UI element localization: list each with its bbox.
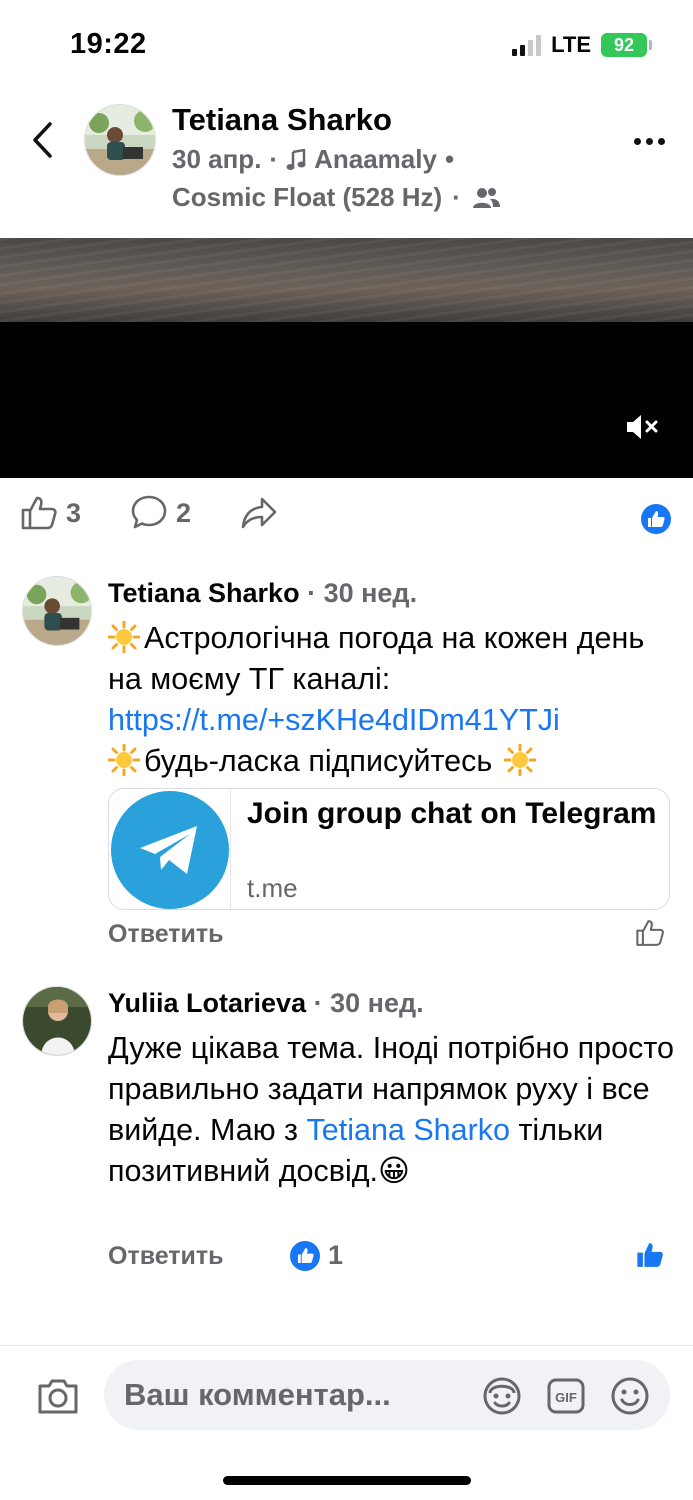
comment-header: Yuliia Lotarieva · 30 нед. (108, 988, 424, 1019)
separator-dot: • (444, 144, 455, 174)
like-button[interactable]: 3 (20, 494, 81, 532)
post-actions: 3 2 (0, 494, 693, 544)
comment-input[interactable] (124, 1370, 464, 1420)
comment-text-part: Астрологічна погода на кожен день на моє… (108, 621, 645, 696)
status-time: 19:22 (70, 28, 147, 60)
post-meta: 30 апр. · Anaamaly • (172, 144, 454, 175)
battery-level: 92 (613, 34, 635, 55)
author-avatar[interactable] (84, 104, 156, 176)
link-preview-card[interactable]: Join group chat on Telegram t.me (108, 788, 670, 910)
battery-icon: 92 (601, 33, 652, 57)
video-player[interactable] (0, 238, 693, 478)
comment-text: Дуже цікава тема. Іноді потрібно просто … (108, 1028, 678, 1192)
post-date[interactable]: 30 апр. (172, 144, 261, 175)
music-artist[interactable]: Anaamaly (314, 144, 437, 175)
music-note-icon (286, 148, 306, 170)
sun-emoji-icon (108, 621, 140, 653)
more-icon (633, 137, 641, 145)
comment-link[interactable]: https://t.me/+szKHe4dIDm41YTJi (108, 703, 560, 737)
friends-icon (472, 187, 500, 208)
link-preview-thumbnail (109, 789, 231, 909)
sun-emoji-icon (504, 744, 537, 776)
comment-count: 2 (176, 497, 192, 528)
back-button[interactable] (24, 118, 60, 162)
like-count: 3 (66, 497, 82, 528)
back-icon (33, 122, 52, 158)
more-options-button[interactable] (629, 126, 669, 156)
mute-icon[interactable] (625, 410, 659, 444)
camera-icon[interactable] (36, 1376, 80, 1416)
commenter-avatar[interactable] (22, 986, 92, 1056)
gif-icon[interactable]: GIF (546, 1376, 586, 1416)
reaction-count: 1 (328, 1240, 344, 1270)
comment-time: · 30 нед. (307, 578, 418, 608)
comment-text: Астрологічна погода на кожен день на моє… (108, 618, 678, 782)
comment-like-icon[interactable] (635, 918, 665, 948)
sun-emoji-icon (108, 744, 140, 776)
comment-time: · 30 нед. (313, 988, 424, 1018)
post-meta-music: Cosmic Float (528 Hz) · (172, 182, 501, 213)
reply-button[interactable]: Ответить (108, 920, 224, 949)
comment-input-container[interactable]: GIF (104, 1360, 670, 1430)
commenter-name[interactable]: Yuliia Lotarieva (108, 988, 306, 1018)
separator-dot: · (269, 144, 279, 174)
like-reaction-icon (290, 1240, 320, 1271)
emoji-icon[interactable] (610, 1376, 650, 1416)
link-preview-title: Join group chat on Telegram (247, 797, 657, 830)
mention-link[interactable]: Tetiana Sharko (307, 1113, 510, 1147)
link-preview-domain: t.me (247, 873, 298, 903)
comment-header: Tetiana Sharko · 30 нед. (108, 578, 417, 609)
share-icon (241, 497, 277, 529)
home-indicator[interactable] (223, 1476, 471, 1485)
post-header: Tetiana Sharko 30 апр. · Anaamaly • Cosm… (0, 96, 693, 226)
reply-button[interactable]: Ответить (108, 1242, 224, 1271)
comment-reaction-summary[interactable]: 1 (290, 1240, 343, 1271)
comment-composer: GIF (0, 1345, 693, 1445)
network-type: LTE (551, 32, 591, 57)
separator-dot: · (452, 182, 461, 212)
signal-icon (512, 34, 542, 56)
comment-button[interactable]: 2 (130, 494, 191, 532)
avatar-sticker-icon[interactable] (482, 1376, 522, 1416)
thumbs-up-icon (21, 496, 57, 530)
status-indicators: LTE 92 (512, 32, 652, 58)
reaction-badge[interactable] (641, 504, 671, 534)
grinning-emoji: 😀 (378, 1154, 410, 1188)
commenter-avatar[interactable] (22, 576, 92, 646)
commenter-name[interactable]: Tetiana Sharko (108, 578, 300, 608)
comment-text-part: будь-ласка підписуйтесь (144, 744, 493, 778)
svg-text:GIF: GIF (555, 1390, 577, 1405)
comment-icon (131, 495, 167, 529)
telegram-logo-icon (110, 791, 229, 909)
comment-liked-icon[interactable] (635, 1240, 665, 1270)
status-bar: 19:22 LTE 92 (0, 0, 693, 90)
video-frame (0, 238, 693, 322)
author-name[interactable]: Tetiana Sharko (172, 102, 392, 138)
like-reaction-icon (648, 511, 665, 527)
share-button[interactable] (240, 494, 278, 532)
music-track[interactable]: Cosmic Float (528 Hz) (172, 182, 442, 213)
